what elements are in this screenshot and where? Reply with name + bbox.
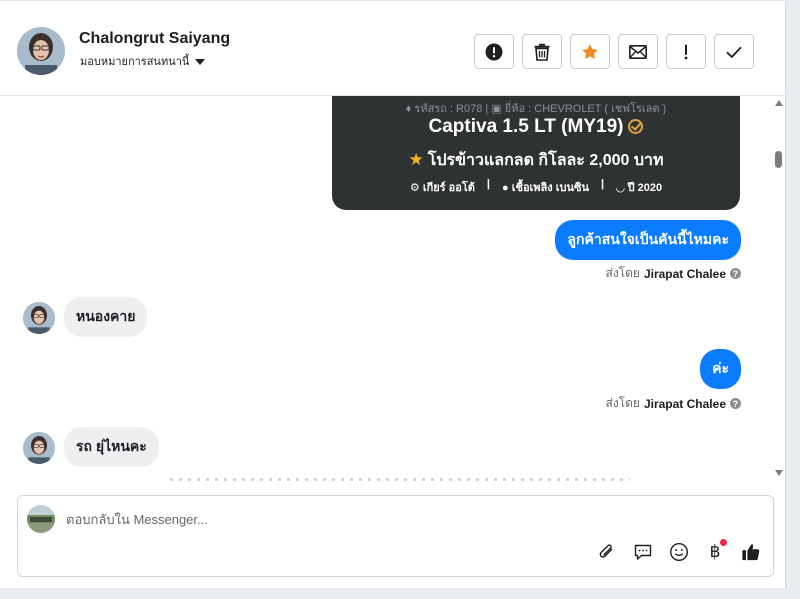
check-icon bbox=[726, 46, 742, 58]
outgoing-message[interactable]: ลูกค้าสนใจเป็นคันนี้ไหมคะ bbox=[555, 220, 741, 260]
window-edge-right bbox=[787, 0, 800, 599]
car-model-title: Captiva 1.5 LT (MY19) bbox=[332, 116, 740, 138]
sent-by-prefix: ส่งโดย bbox=[605, 396, 640, 410]
car-specs: ⚙ เกียร์ ออโต้ | ● เชื้อเพลิง เบนซิน | ◡… bbox=[332, 178, 740, 196]
spec-separator: | bbox=[600, 178, 605, 190]
question-icon[interactable]: ? bbox=[730, 268, 741, 279]
payment-button[interactable]: ฿ bbox=[705, 539, 727, 562]
car-promo-line: ★ โปรข้าวแลกลด กิโลละ 2,000 บาท bbox=[332, 148, 740, 173]
incoming-message[interactable]: หนองคาย bbox=[64, 297, 148, 337]
paperclip-icon bbox=[599, 544, 613, 558]
car-brand: ยี่ห้อ : CHEVROLET ( เชฟโรเลต ) bbox=[504, 103, 667, 115]
conversation-panel: Chalongrut Saiyang มอบหมายการสนทนานี้ ♦ … bbox=[0, 0, 786, 588]
star-button[interactable] bbox=[570, 34, 610, 69]
page-avatar bbox=[27, 505, 55, 533]
scroll-down-arrow[interactable] bbox=[775, 470, 783, 476]
thread-scrollbar[interactable] bbox=[771, 96, 786, 481]
spec-gear: ⚙ เกียร์ ออโต้ bbox=[410, 178, 475, 196]
alert-circle-icon bbox=[485, 43, 503, 60]
contact-avatar[interactable] bbox=[17, 27, 65, 75]
scroll-thumb[interactable] bbox=[775, 151, 782, 168]
comment-icon bbox=[634, 544, 652, 560]
star-icon bbox=[582, 43, 598, 59]
conversation-header: Chalongrut Saiyang มอบหมายการสนทนานี้ bbox=[0, 1, 786, 96]
thumbs-up-icon bbox=[742, 544, 760, 561]
window-edge-bottom bbox=[0, 588, 800, 599]
spec-separator: | bbox=[486, 178, 490, 190]
car-icon: ▣ bbox=[491, 103, 502, 115]
spec-fuel: ● เชื้อเพลิง เบนซิน bbox=[502, 178, 589, 196]
reply-input[interactable] bbox=[66, 509, 666, 529]
verified-check-icon bbox=[628, 119, 644, 134]
car-meta-line: ♦ รหัสรถ : R078 | ▣ ยี่ห้อ : CHEVROLET (… bbox=[332, 99, 740, 117]
gauge-icon: ◡ bbox=[616, 182, 625, 194]
caret-down-icon bbox=[195, 58, 206, 65]
gear-label: เกียร์ ออโต้ bbox=[422, 182, 475, 194]
fuel-drop-icon: ● bbox=[502, 182, 509, 194]
follow-up-button[interactable] bbox=[666, 34, 706, 69]
spec-year: ◡ ปี 2020 bbox=[616, 178, 662, 196]
gear-icon: ⚙ bbox=[409, 182, 420, 194]
mark-unread-button[interactable] bbox=[618, 34, 658, 69]
car-model: Captiva 1.5 LT (MY19) bbox=[428, 116, 624, 137]
incoming-message[interactable]: รถ ยุ่ไหนคะ bbox=[64, 427, 159, 467]
header-actions bbox=[474, 34, 754, 69]
year-label: ปี 2020 bbox=[627, 182, 663, 194]
assign-conversation-dropdown[interactable]: มอบหมายการสนทนานี้ bbox=[80, 52, 206, 70]
reply-composer: ฿ bbox=[17, 495, 774, 577]
question-icon[interactable]: ? bbox=[730, 398, 741, 409]
assign-label: มอบหมายการสนทนานี้ bbox=[80, 56, 190, 68]
emoji-button[interactable] bbox=[669, 542, 689, 562]
attach-button[interactable] bbox=[597, 542, 617, 562]
star-icon: ★ bbox=[408, 150, 424, 169]
sent-by-prefix: ส่งโดย bbox=[605, 266, 640, 280]
exclamation-icon bbox=[684, 44, 688, 59]
smiley-icon bbox=[669, 542, 689, 562]
fuel-label: เชื้อเพลิง เบนซิน bbox=[511, 182, 589, 194]
sent-by-name: Jirapat Chalee bbox=[643, 396, 726, 411]
car-code: รหัสรถ : R078 bbox=[414, 103, 483, 115]
like-button[interactable] bbox=[741, 542, 761, 562]
scroll-up-arrow[interactable] bbox=[775, 100, 783, 106]
envelope-icon bbox=[629, 44, 647, 59]
car-promo: โปรข้าวแลกลด กิโลละ 2,000 บาท bbox=[427, 152, 664, 169]
message-thread: ♦ รหัสรถ : R078 | ▣ ยี่ห้อ : CHEVROLET (… bbox=[0, 96, 770, 481]
sent-by-label: ส่งโดย Jirapat Chalee ? bbox=[605, 394, 741, 413]
contact-avatar-small[interactable] bbox=[23, 432, 55, 464]
baht-icon: ฿ bbox=[709, 542, 721, 562]
trash-icon bbox=[534, 43, 550, 61]
composer-tools: ฿ bbox=[597, 539, 761, 562]
contact-avatar-small[interactable] bbox=[23, 302, 55, 334]
done-button[interactable] bbox=[714, 34, 754, 69]
delete-button[interactable] bbox=[522, 34, 562, 69]
notification-dot bbox=[720, 539, 727, 546]
sent-by-label: ส่งโดย Jirapat Chalee ? bbox=[605, 264, 741, 283]
clipped-message-edge bbox=[170, 478, 630, 481]
spam-button[interactable] bbox=[474, 34, 514, 69]
saved-replies-button[interactable] bbox=[633, 542, 653, 562]
sent-by-name: Jirapat Chalee bbox=[643, 266, 726, 281]
car-listing-card[interactable]: ♦ รหัสรถ : R078 | ▣ ยี่ห้อ : CHEVROLET (… bbox=[332, 96, 740, 210]
tag-icon: ♦ bbox=[405, 103, 412, 115]
contact-name: Chalongrut Saiyang bbox=[79, 30, 231, 47]
outgoing-message[interactable]: ค่ะ bbox=[700, 349, 741, 389]
